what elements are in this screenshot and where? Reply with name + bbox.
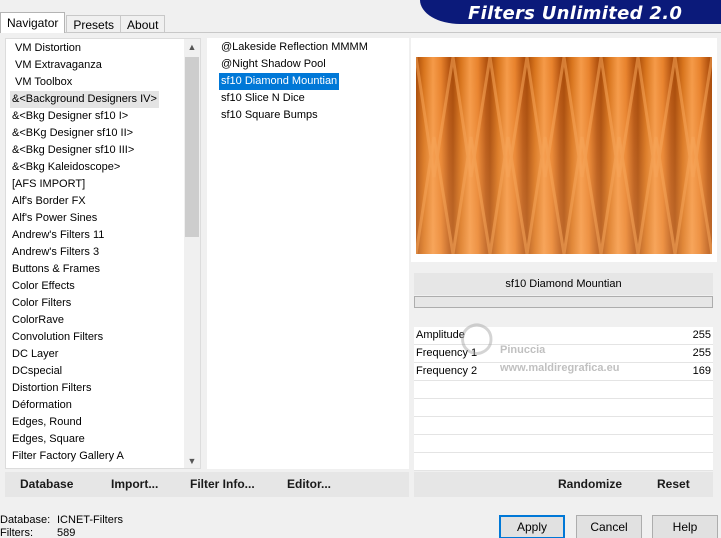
category-item[interactable]: Color Effects xyxy=(12,278,75,295)
param-value[interactable]: 169 xyxy=(693,365,711,377)
left-toolbar: Database Import... Filter Info... Editor… xyxy=(5,472,409,497)
category-item[interactable]: Andrew's Filters 11 xyxy=(12,227,104,244)
filter-item[interactable]: sf10 Square Bumps xyxy=(219,107,320,124)
param-row-empty xyxy=(414,453,713,471)
category-item[interactable]: [AFS IMPORT] xyxy=(12,176,85,193)
scroll-down-icon[interactable]: ▼ xyxy=(184,453,200,468)
category-item[interactable]: Distortion Filters xyxy=(12,380,91,397)
filter-item-selected[interactable]: sf10 Diamond Mountian xyxy=(219,73,340,90)
editor-button[interactable]: Editor... xyxy=(287,472,331,497)
category-item[interactable]: ColorRave xyxy=(12,312,64,329)
category-item[interactable]: VM Extravaganza xyxy=(15,57,102,74)
reset-button[interactable]: Reset xyxy=(657,472,690,497)
database-label: Database: xyxy=(0,514,51,526)
category-item[interactable]: VM Distortion xyxy=(15,40,81,57)
filter-list[interactable]: @Lakeside Reflection MMMM @Night Shadow … xyxy=(207,38,409,469)
tab-bar: Navigator Presets About xyxy=(0,12,166,33)
watermark-logo-icon: ◯ xyxy=(460,321,494,354)
category-item[interactable]: Edges, Round xyxy=(12,414,82,431)
category-item[interactable]: &<Bkg Designer sf10 I> xyxy=(12,108,128,125)
scroll-up-icon[interactable]: ▲ xyxy=(184,39,200,56)
category-item[interactable]: Alf's Border FX xyxy=(12,193,86,210)
filter-item[interactable]: sf10 Slice N Dice xyxy=(219,90,307,107)
category-item[interactable]: Buttons & Frames xyxy=(12,261,100,278)
category-item[interactable]: VM Toolbox xyxy=(15,74,72,91)
category-item[interactable]: DCspecial xyxy=(12,363,62,380)
progress-bar xyxy=(414,296,713,308)
category-item[interactable]: Andrew's Filters 3 xyxy=(12,244,99,261)
category-item[interactable]: Color Filters xyxy=(12,295,71,312)
category-item[interactable]: &<BKg Designer sf10 II> xyxy=(12,125,133,142)
filters-count-value: 589 xyxy=(57,527,76,538)
category-item[interactable]: Convolution Filters xyxy=(12,329,103,346)
filters-count-label: Filters: xyxy=(0,527,33,538)
preview-pattern xyxy=(416,57,712,254)
scroll-thumb[interactable] xyxy=(185,57,199,237)
param-row-empty xyxy=(414,381,713,399)
banner-title: Filters Unlimited 2.0 xyxy=(468,3,683,24)
help-button[interactable]: Help xyxy=(652,515,718,538)
database-button[interactable]: Database xyxy=(20,472,73,497)
right-toolbar: Randomize Reset xyxy=(414,472,713,497)
category-item[interactable]: DC Layer xyxy=(12,346,58,363)
filter-item[interactable]: @Lakeside Reflection MMMM xyxy=(219,39,370,56)
watermark-url: www.maldiregrafica.eu xyxy=(500,362,620,374)
watermark-text: Pinuccia xyxy=(500,344,546,356)
tab-divider xyxy=(0,32,721,33)
tab-presets[interactable]: Presets xyxy=(66,15,122,33)
category-item[interactable]: &<Bkg Designer sf10 III> xyxy=(12,142,134,159)
category-item[interactable]: Filter Factory Gallery A xyxy=(12,448,124,465)
tab-about[interactable]: About xyxy=(120,15,166,33)
watermark: ◯ Pinuccia www.maldiregrafica.eu xyxy=(458,320,688,380)
apply-button[interactable]: Apply xyxy=(499,515,565,538)
tab-navigator[interactable]: Navigator xyxy=(0,12,66,33)
category-item[interactable]: &<Bkg Kaleidoscope> xyxy=(12,159,120,176)
database-value: ICNET-Filters xyxy=(57,514,123,526)
filter-item[interactable]: @Night Shadow Pool xyxy=(219,56,328,73)
import-button[interactable]: Import... xyxy=(111,472,158,497)
param-value[interactable]: 255 xyxy=(693,329,711,341)
randomize-button[interactable]: Randomize xyxy=(558,472,622,497)
filter-preview-image xyxy=(416,57,712,254)
category-item[interactable]: Alf's Power Sines xyxy=(12,210,97,227)
param-value[interactable]: 255 xyxy=(693,347,711,359)
category-item[interactable]: Edges, Square xyxy=(12,431,85,448)
param-row-empty xyxy=(414,399,713,417)
filter-info-button[interactable]: Filter Info... xyxy=(190,472,255,497)
preview-filter-name: sf10 Diamond Mountian xyxy=(414,273,713,295)
category-item[interactable]: Déformation xyxy=(12,397,72,414)
category-item-highlighted[interactable]: &<Background Designers IV> xyxy=(10,91,159,108)
category-scrollbar[interactable]: ▲ ▼ xyxy=(184,39,200,468)
param-row-empty xyxy=(414,435,713,453)
category-list[interactable]: VM Distortion VM Extravaganza VM Toolbox… xyxy=(5,38,201,469)
param-row-empty xyxy=(414,417,713,435)
cancel-button[interactable]: Cancel xyxy=(576,515,642,538)
